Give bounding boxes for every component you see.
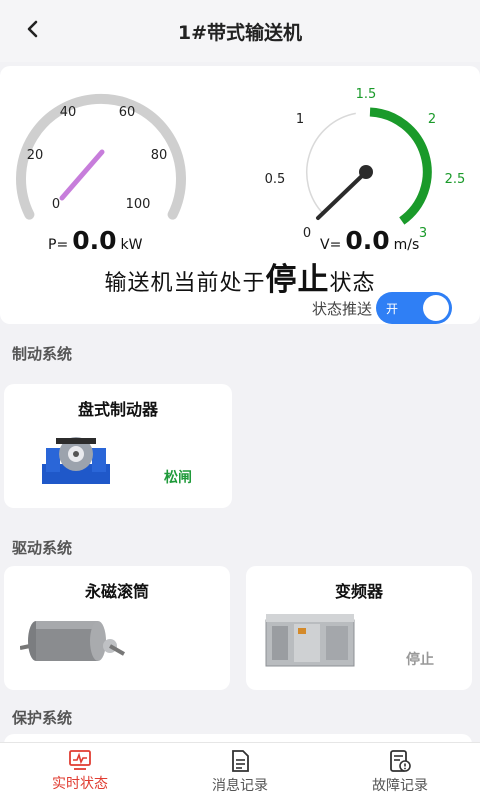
- disc-brake-image: [42, 437, 110, 484]
- speed-unit: m/s: [393, 237, 420, 253]
- back-button[interactable]: [18, 14, 48, 44]
- power-readout: P= 0.0 kW: [48, 226, 142, 255]
- tab-fault-log[interactable]: 故障记录: [320, 743, 480, 801]
- speed-tick-label: 3: [419, 226, 427, 241]
- power-tick-label: 0: [52, 197, 60, 212]
- gauge-panel: 0 20 40 60 80 100 0 0.5 1 1.5 2 2.5 3 P=…: [0, 66, 480, 324]
- inverter-card-title: 变频器: [334, 582, 383, 601]
- speed-readout: V= 0.0 m/s: [320, 226, 419, 255]
- tab-message-log[interactable]: 消息记录: [160, 743, 320, 801]
- tab-label: 消息记录: [212, 778, 268, 794]
- status-prefix: 输送机当前处于: [104, 271, 266, 296]
- section-title-protection: 保护系统: [12, 709, 73, 727]
- inverter-state: 停止: [406, 652, 434, 668]
- speed-tick-label: 1.5: [356, 87, 377, 102]
- top-bar: 1#带式输送机: [0, 0, 480, 62]
- pm-drum-card[interactable]: 永磁滚筒: [4, 566, 230, 690]
- tab-label: 实时状态: [52, 776, 108, 792]
- tab-realtime-status[interactable]: 实时状态: [0, 743, 160, 801]
- inverter-image: [265, 614, 355, 667]
- power-prefix: P=: [48, 237, 69, 253]
- speed-gauge: 0 0.5 1 1.5 2 2.5 3: [265, 87, 466, 241]
- speed-gauge-green-band: [369, 107, 432, 225]
- toggle-on-text: 开: [386, 302, 399, 316]
- document-icon: [232, 750, 249, 772]
- power-tick-label: 40: [60, 105, 77, 120]
- status-push-label: 状态推送: [312, 299, 373, 318]
- chevron-left-icon: [27, 20, 38, 38]
- speed-gauge-needle: [316, 170, 368, 220]
- speed-prefix: V=: [320, 237, 342, 253]
- power-value: 0.0: [72, 226, 117, 255]
- power-tick-label: 80: [151, 148, 168, 163]
- power-unit: kW: [120, 237, 143, 253]
- power-tick-label: 100: [126, 197, 151, 212]
- monitor-icon: [69, 750, 91, 770]
- status-push-row: 状态推送 开: [312, 292, 453, 324]
- pm-drum-card-title: 永磁滚筒: [84, 582, 149, 601]
- speed-value: 0.0: [345, 226, 390, 255]
- speed-gauge-rim: [306, 112, 356, 215]
- speed-tick-label: 2: [428, 112, 436, 127]
- tab-label: 故障记录: [372, 778, 428, 794]
- speed-tick-label: 2.5: [445, 172, 466, 187]
- section-title-drive: 驱动系统: [12, 539, 73, 557]
- power-gauge: 0 20 40 60 80 100: [16, 93, 186, 220]
- fault-log-icon: [390, 750, 411, 772]
- brake-card[interactable]: 盘式制动器 松闸: [4, 384, 232, 508]
- power-gauge-needle: [59, 149, 105, 201]
- status-push-toggle[interactable]: 开: [376, 292, 453, 324]
- pm-drum-image: [20, 621, 125, 661]
- power-tick-label: 20: [27, 148, 44, 163]
- bottom-tab-bar: 实时状态 消息记录 故障记录: [0, 742, 480, 801]
- brake-state: 松闸: [164, 470, 192, 486]
- toggle-knob: [423, 295, 450, 321]
- speed-tick-label: 0.5: [265, 172, 286, 187]
- power-tick-label: 60: [119, 105, 136, 120]
- section-title-brake: 制动系统: [12, 345, 73, 363]
- brake-card-title: 盘式制动器: [77, 400, 158, 419]
- inverter-card[interactable]: 变频器 停止: [246, 566, 472, 690]
- page-title: 1#带式输送机: [177, 21, 303, 44]
- speed-tick-label: 1: [296, 112, 304, 127]
- speed-tick-label: 0: [303, 226, 311, 241]
